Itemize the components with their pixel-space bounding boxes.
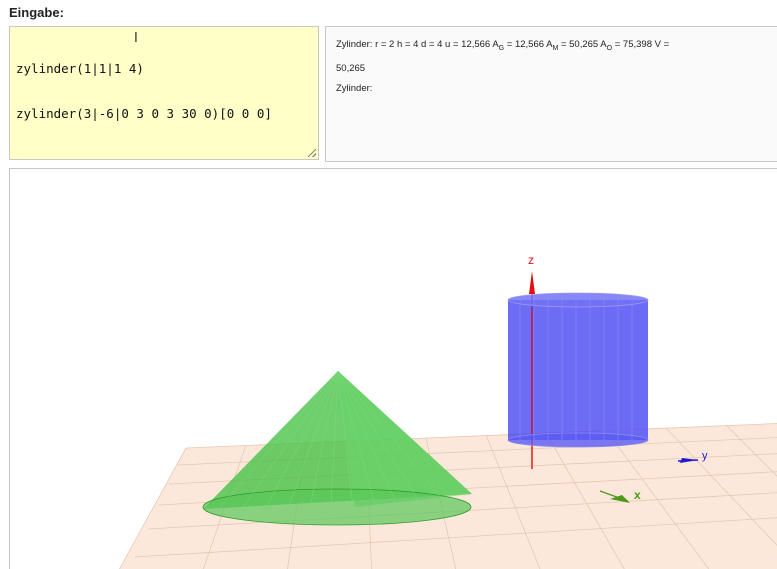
input-label: Eingabe:: [9, 5, 64, 20]
cylinder-shape[interactable]: [507, 292, 649, 448]
z-axis-label: z: [528, 253, 534, 267]
output-line-1: Zylinder: r = 2 h = 4 d = 4 u = 12,566 A…: [336, 39, 670, 52]
command-input[interactable]: zylinder(1|1|1 4) zylinder(3|-6|0 3 0 3 …: [9, 26, 319, 160]
resize-handle-icon[interactable]: [308, 149, 316, 157]
output-line-2: Zylinder:: [336, 82, 373, 94]
x-axis-label: x: [634, 488, 641, 502]
y-axis-label: y: [702, 450, 708, 462]
scene-svg[interactable]: z x y: [10, 169, 777, 569]
3d-viewport[interactable]: z x y: [9, 168, 777, 569]
input-line-2[interactable]: zylinder(3|-6|0 3 0 3 30 0)[0 0 0]: [16, 106, 312, 121]
output-line-1-cont: 50,265: [336, 62, 366, 74]
input-line-1[interactable]: zylinder(1|1|1 4): [16, 61, 312, 76]
app-root: Eingabe: zylinder(1|1|1 4) zylinder(3|-6…: [0, 0, 777, 569]
output-panel: Zylinder: r = 2 h = 4 d = 4 u = 12,566 A…: [325, 26, 777, 162]
text-cursor-icon: I: [134, 31, 138, 46]
